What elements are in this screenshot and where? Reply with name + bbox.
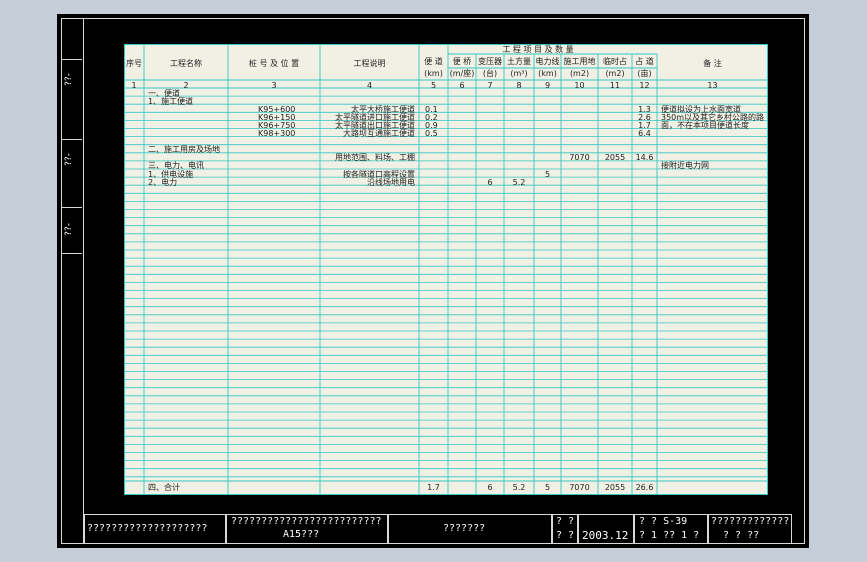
header-qty-name: 土方量 bbox=[507, 57, 531, 66]
company-name: ???????????????????? bbox=[87, 523, 208, 534]
designer-bottom: ? ? ?? bbox=[723, 530, 760, 541]
row-qty-value: 6.4 bbox=[638, 129, 651, 138]
side-label-3: ??- bbox=[64, 223, 74, 236]
date-box: 2003.12 bbox=[578, 514, 634, 544]
header-qty-name: 电力线 bbox=[535, 57, 560, 66]
total-qty-value: 6 bbox=[487, 483, 493, 492]
header-qty-unit: (台) bbox=[482, 69, 498, 78]
row-remark: 面，不在本项目便道长度 bbox=[661, 120, 749, 130]
row-qty-value: 14.6 bbox=[635, 153, 654, 163]
row-location: K98+300 bbox=[258, 129, 296, 138]
title-block: ???????????????????? ???????????????????… bbox=[84, 514, 806, 544]
side-label-2: ??- bbox=[64, 153, 74, 166]
row-description: 大路坝互通施工便道 bbox=[343, 129, 415, 138]
column-number: 12 bbox=[639, 81, 650, 90]
header-qty-name: 变压器 bbox=[478, 57, 502, 66]
sheet-count: ? 1 ?? 1 ? bbox=[639, 530, 700, 541]
header-qty-unit: (亩) bbox=[637, 69, 652, 78]
column-number: 1 bbox=[131, 81, 137, 90]
row-project-name: 2、电力 bbox=[148, 177, 178, 187]
row-description: 沿线场地用电 bbox=[367, 177, 415, 187]
column-number: 10 bbox=[574, 81, 585, 90]
side-label-strip: ??- ??- ??- bbox=[61, 18, 83, 544]
row-qty-value: 7070 bbox=[569, 153, 590, 163]
check-box: ? ? ? ? bbox=[552, 514, 578, 544]
check-label-top: ? ? bbox=[556, 516, 575, 527]
project-line-2: A15??? bbox=[283, 529, 320, 540]
row-qty-value: 6 bbox=[487, 177, 493, 187]
total-qty-value: 5.2 bbox=[512, 483, 526, 492]
row-qty-value: 2055 bbox=[604, 153, 626, 163]
header-qty-name: 便 桥 bbox=[452, 57, 472, 66]
sheet-number-box: ? ? S-39 ? 1 ?? 1 ? bbox=[634, 514, 708, 544]
header-qty-unit: (m/座) bbox=[449, 69, 475, 78]
header-project-name: 工程名称 bbox=[170, 59, 202, 68]
header-remarks: 备 注 bbox=[703, 59, 722, 68]
drawing-title: ??????? bbox=[443, 523, 486, 534]
header-qty-unit: (km) bbox=[424, 69, 443, 78]
project-box: ????????????????????????? A15??? bbox=[226, 514, 388, 544]
row-project-name: 二、施工用房及场地 bbox=[148, 145, 220, 155]
column-number: 5 bbox=[430, 81, 437, 90]
quantity-table: 序号 工程名称 桩 号 及 位 置 工程说明 工 程 项 目 及 数 量便 道 (km) 便… bbox=[124, 44, 768, 495]
header-qty-name: 占 道 bbox=[635, 57, 654, 66]
column-number: 4 bbox=[366, 81, 373, 90]
column-number: 3 bbox=[271, 81, 277, 90]
row-remark: 接附近电力网 bbox=[661, 161, 709, 171]
column-number: 7 bbox=[487, 81, 493, 90]
column-number: 8 bbox=[516, 81, 522, 90]
header-qty-unit: (m³) bbox=[510, 69, 528, 78]
drawing-date: 2003.12 bbox=[582, 529, 629, 542]
header-location: 桩 号 及 位 置 bbox=[248, 59, 300, 68]
header-group-title: 工 程 项 目 及 数 量 bbox=[502, 45, 574, 54]
header-seq: 序号 bbox=[126, 59, 142, 68]
total-label: 四、合计 bbox=[148, 483, 180, 492]
header-qty-name: 施工用地 bbox=[563, 57, 596, 66]
project-line-1: ????????????????????????? bbox=[231, 516, 382, 527]
total-qty-value: 5 bbox=[544, 483, 551, 492]
total-qty-value: 1.7 bbox=[427, 483, 440, 492]
check-label-bottom: ? ? bbox=[556, 530, 575, 541]
row-qty-value: 5.2 bbox=[512, 177, 526, 187]
designer-top: ????????????? bbox=[711, 516, 790, 527]
column-number: 13 bbox=[707, 81, 718, 90]
header-description: 工程说明 bbox=[353, 59, 386, 68]
header-qty-unit: (m2) bbox=[569, 69, 590, 78]
row-qty-value: 0.5 bbox=[425, 129, 438, 138]
drawing-title-box: ??????? bbox=[388, 514, 552, 544]
column-number: 6 bbox=[459, 81, 465, 90]
total-qty-value: 2055 bbox=[604, 483, 626, 492]
header-qty-unit: (km) bbox=[538, 69, 557, 78]
row-project-name: 1、施工便道 bbox=[148, 96, 194, 106]
total-qty-value: 7070 bbox=[569, 483, 590, 492]
company-box: ???????????????????? bbox=[84, 514, 226, 544]
column-number: 9 bbox=[544, 81, 551, 90]
designer-box: ????????????? ? ? ?? bbox=[708, 514, 792, 544]
sheet-number: ? ? S-39 bbox=[639, 516, 688, 527]
header-qty-unit: (m2) bbox=[605, 69, 625, 78]
row-qty-value: 5 bbox=[544, 169, 551, 179]
row-description: 用地范围、料场、工棚 bbox=[335, 153, 415, 163]
total-qty-value: 26.6 bbox=[635, 483, 654, 492]
side-label-1: ??- bbox=[64, 73, 74, 86]
header-qty-name: 便 道 bbox=[424, 57, 443, 66]
column-number: 11 bbox=[609, 81, 621, 90]
header-qty-name: 临时占 bbox=[603, 57, 627, 66]
